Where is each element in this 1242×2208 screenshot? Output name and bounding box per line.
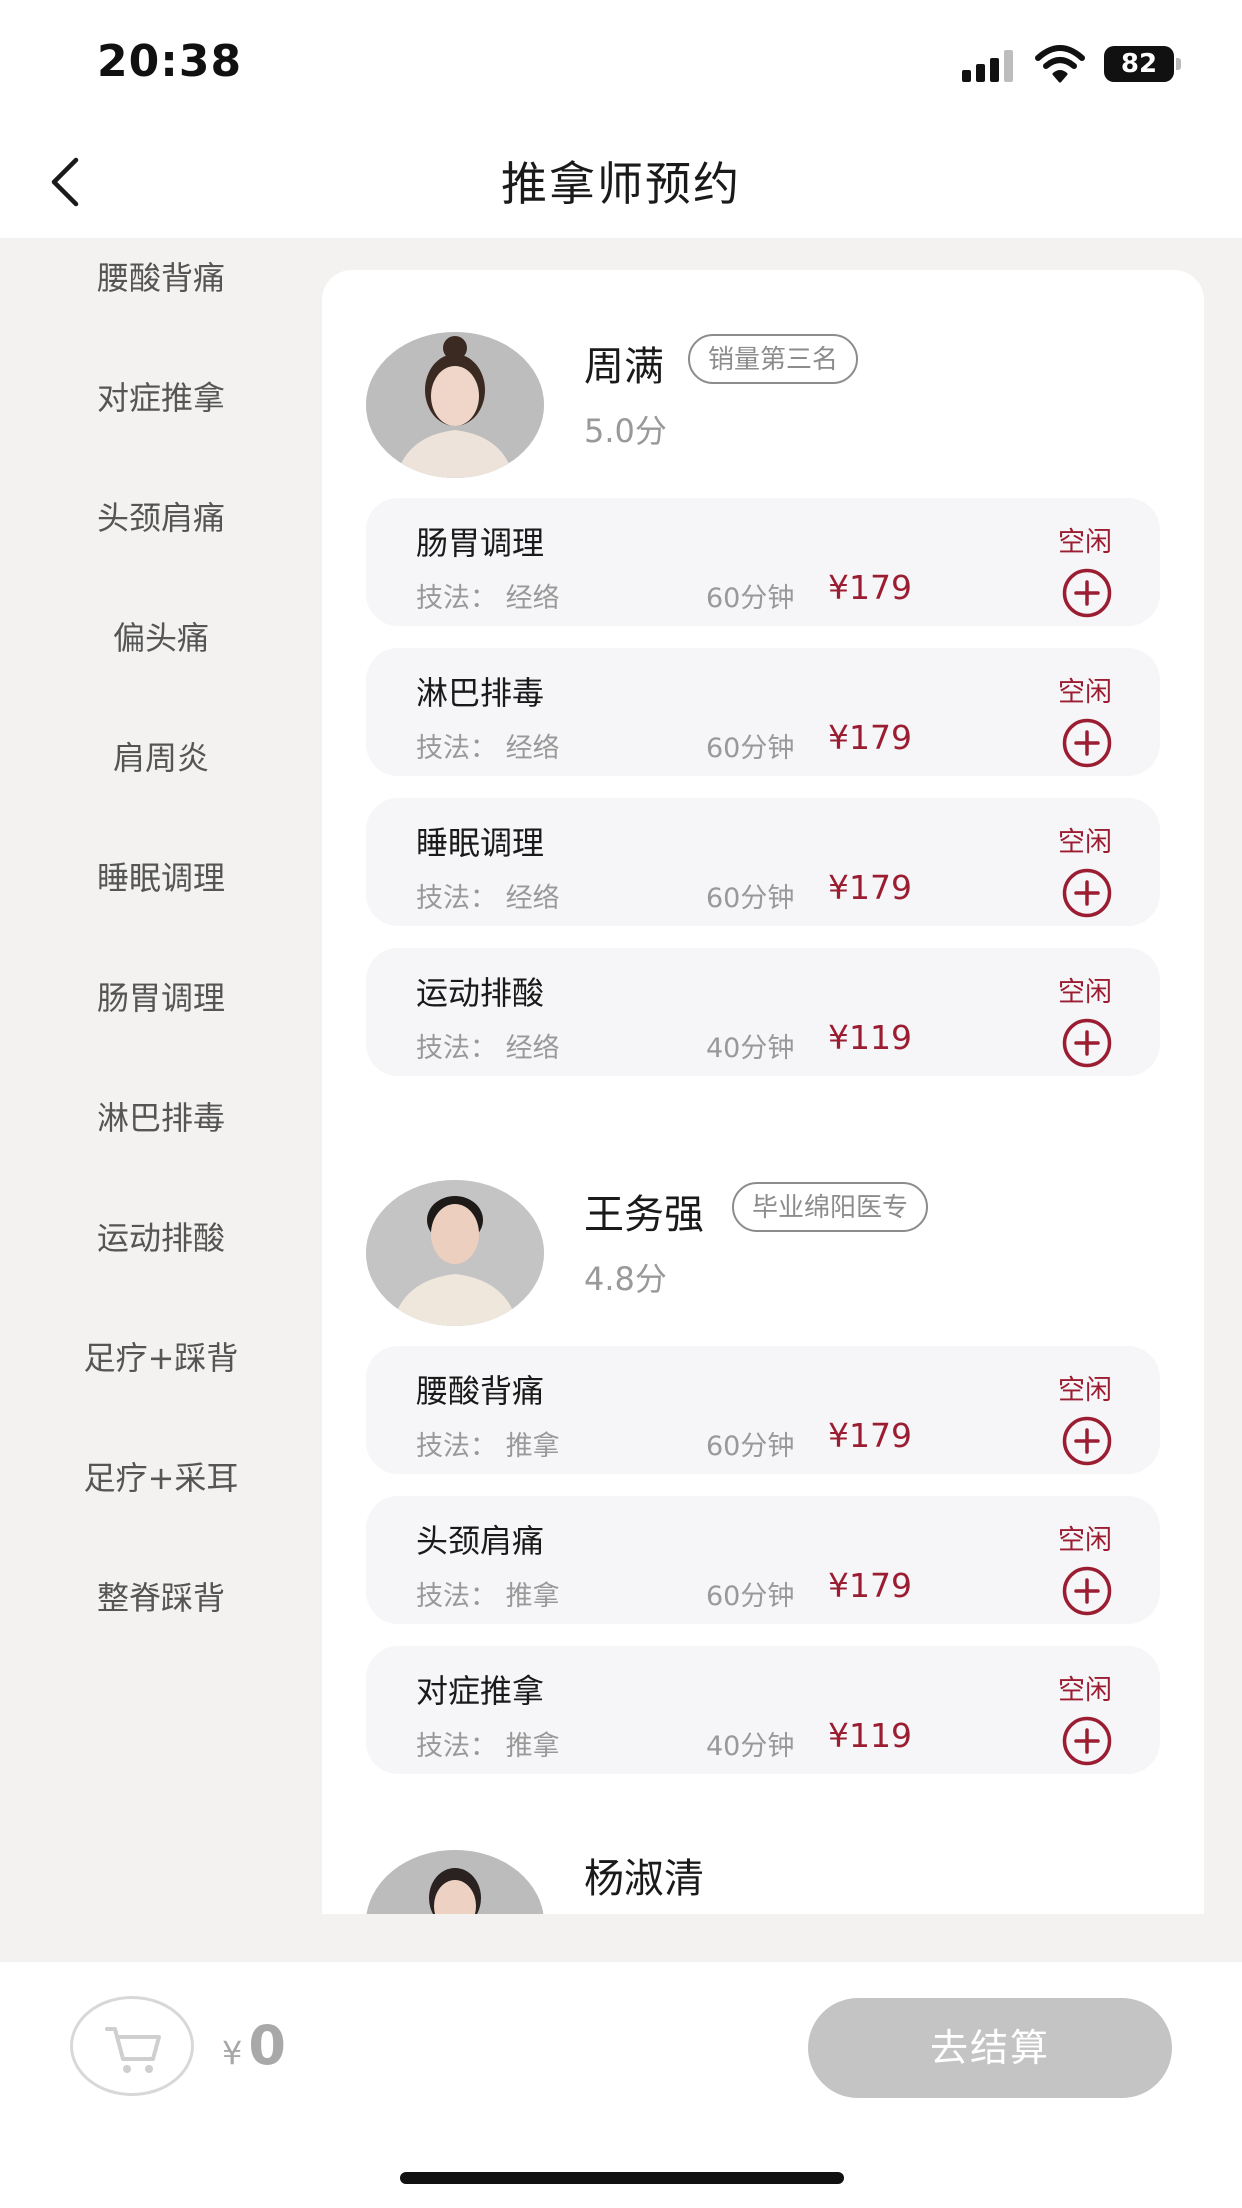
service-technique: 技法： 推拿 — [416, 1581, 560, 1612]
service-technique: 技法： 经络 — [416, 1033, 560, 1064]
currency-symbol: ¥ — [222, 2034, 243, 2072]
plus-circle-icon — [1062, 718, 1112, 768]
nav-bar: 推拿师预约 — [0, 120, 1242, 238]
service-status: 空闲 — [1058, 1675, 1112, 1706]
service-item: 头颈肩痛 空闲 技法： 推拿 60分钟 ¥179 — [366, 1496, 1160, 1624]
plus-circle-icon — [1062, 1018, 1112, 1068]
service-item: 对症推拿 空闲 技法： 推拿 40分钟 ¥119 — [366, 1646, 1160, 1774]
status-bar: 20:38 82 — [0, 0, 1242, 120]
service-item: 腰酸背痛 空闲 技法： 推拿 60分钟 ¥179 — [366, 1346, 1160, 1474]
service-name: 肠胃调理 — [416, 524, 545, 562]
service-status: 空闲 — [1058, 1375, 1112, 1406]
service-technique: 技法： 经络 — [416, 583, 560, 614]
sidebar-item-linba[interactable]: 淋巴排毒 — [0, 1078, 322, 1158]
service-status: 空闲 — [1058, 827, 1112, 858]
sidebar-item-changwei[interactable]: 肠胃调理 — [0, 958, 322, 1038]
service-item: 运动排酸 空闲 技法： 经络 40分钟 ¥119 — [366, 948, 1160, 1076]
plus-circle-icon — [1062, 1416, 1112, 1466]
service-duration: 60分钟 — [706, 1581, 795, 1612]
cart-button[interactable] — [70, 1996, 194, 2096]
status-time: 20:38 — [97, 36, 243, 87]
sidebar-item-piantoutong[interactable]: 偏头痛 — [0, 598, 322, 678]
service-price: ¥179 — [828, 868, 912, 907]
service-duration: 60分钟 — [706, 1431, 795, 1462]
service-duration: 60分钟 — [706, 733, 795, 764]
service-name: 睡眠调理 — [416, 824, 545, 862]
battery-icon: 82 — [1104, 46, 1181, 82]
avatar[interactable] — [366, 332, 544, 478]
service-price: ¥179 — [828, 1416, 912, 1455]
service-duration: 60分钟 — [706, 583, 795, 614]
sidebar-item-yundong[interactable]: 运动排酸 — [0, 1198, 322, 1278]
cellular-signal-icon — [962, 50, 1018, 82]
therapist-card: 周满 销量第三名 5.0分 肠胃调理 空闲 技法： 经络 60分钟 ¥179 淋… — [322, 270, 1204, 1076]
service-name: 对症推拿 — [416, 1672, 545, 1710]
service-price: ¥119 — [828, 1716, 912, 1755]
therapist-score: 5.0分 — [584, 412, 667, 450]
service-name: 淋巴排毒 — [416, 674, 545, 712]
sidebar-item-duizheng[interactable]: 对症推拿 — [0, 358, 322, 438]
plus-circle-icon — [1062, 868, 1112, 918]
service-name: 头颈肩痛 — [416, 1522, 545, 1560]
plus-circle-icon — [1062, 568, 1112, 618]
wifi-icon — [1035, 45, 1085, 83]
service-duration: 40分钟 — [706, 1731, 795, 1762]
add-service-button[interactable] — [1062, 1018, 1112, 1068]
sidebar-item-toujing[interactable]: 头颈肩痛 — [0, 478, 322, 558]
therapist-name: 周满 — [584, 344, 664, 390]
avatar[interactable] — [366, 1850, 544, 1914]
therapist-name: 王务强 — [584, 1192, 704, 1238]
page-title: 推拿师预约 — [501, 157, 741, 211]
add-service-button[interactable] — [1062, 1566, 1112, 1616]
sidebar-item-jianzhouyan[interactable]: 肩周炎 — [0, 718, 322, 798]
service-technique: 技法： 经络 — [416, 733, 560, 764]
therapist-badge: 毕业绵阳医专 — [732, 1182, 929, 1232]
battery-level: 82 — [1104, 46, 1174, 82]
service-technique: 技法： 推拿 — [416, 1731, 560, 1762]
service-price: ¥179 — [828, 718, 912, 757]
service-name: 运动排酸 — [416, 974, 545, 1012]
sidebar-item-zuliao-caier[interactable]: 足疗+采耳 — [0, 1438, 322, 1518]
service-technique: 技法： 经络 — [416, 883, 560, 914]
service-price: ¥119 — [828, 1018, 912, 1057]
avatar[interactable] — [366, 1180, 544, 1326]
therapist-list: 周满 销量第三名 5.0分 肠胃调理 空闲 技法： 经络 60分钟 ¥179 淋… — [322, 270, 1204, 1914]
sidebar-item-shuimian[interactable]: 睡眠调理 — [0, 838, 322, 918]
service-status: 空闲 — [1058, 977, 1112, 1008]
therapist-card: 王务强 毕业绵阳医专 4.8分 腰酸背痛 空闲 技法： 推拿 60分钟 ¥179… — [322, 1118, 1204, 1778]
cart-total: ¥0 — [222, 2014, 286, 2077]
plus-circle-icon — [1062, 1566, 1112, 1616]
therapist-badge: 销量第三名 — [688, 334, 859, 384]
sidebar-item-zhengji[interactable]: 整脊踩背 — [0, 1558, 322, 1638]
therapist-score: 4.8分 — [584, 1260, 667, 1298]
shopping-cart-icon — [105, 2027, 161, 2073]
service-duration: 40分钟 — [706, 1033, 795, 1064]
service-item: 淋巴排毒 空闲 技法： 经络 60分钟 ¥179 — [366, 648, 1160, 776]
add-service-button[interactable] — [1062, 1716, 1112, 1766]
service-item: 肠胃调理 空闲 技法： 经络 60分钟 ¥179 — [366, 498, 1160, 626]
service-technique: 技法： 推拿 — [416, 1431, 560, 1462]
sidebar-item-zuliao-caibei[interactable]: 足疗+踩背 — [0, 1318, 322, 1398]
checkout-button[interactable]: 去结算 — [808, 1998, 1172, 2098]
service-status: 空闲 — [1058, 527, 1112, 558]
service-duration: 60分钟 — [706, 883, 795, 914]
therapist-name: 杨淑清 — [584, 1856, 704, 1902]
sidebar-item-yaosuan[interactable]: 腰酸背痛 — [0, 238, 322, 318]
service-status: 空闲 — [1058, 1525, 1112, 1556]
home-indicator — [400, 2172, 844, 2184]
add-service-button[interactable] — [1062, 718, 1112, 768]
service-price: ¥179 — [828, 568, 912, 607]
add-service-button[interactable] — [1062, 868, 1112, 918]
service-name: 腰酸背痛 — [416, 1372, 545, 1410]
add-service-button[interactable] — [1062, 568, 1112, 618]
plus-circle-icon — [1062, 1716, 1112, 1766]
service-status: 空闲 — [1058, 677, 1112, 708]
add-service-button[interactable] — [1062, 1416, 1112, 1466]
category-sidebar: 腰酸背痛 对症推拿 头颈肩痛 偏头痛 肩周炎 睡眠调理 肠胃调理 淋巴排毒 运动… — [0, 238, 322, 1958]
total-amount: 0 — [248, 2014, 286, 2077]
therapist-card: 杨淑清 — [322, 1816, 1204, 1914]
service-item: 睡眠调理 空闲 技法： 经络 60分钟 ¥179 — [366, 798, 1160, 926]
service-price: ¥179 — [828, 1566, 912, 1605]
